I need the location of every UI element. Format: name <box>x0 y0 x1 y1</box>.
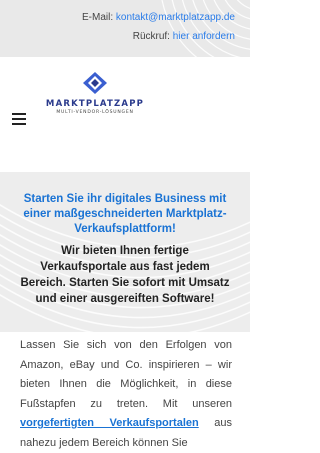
logo-subtitle: MULTI-VENDOR-LÖSUNGEN <box>56 110 134 115</box>
contact-topbar: E-Mail: kontakt@marktplatzapp.de Rückruf… <box>0 0 250 57</box>
sales-portals-link[interactable]: vorgefertigten Verkaufsportalen <box>20 417 199 429</box>
callback-label: Rückruf: <box>132 31 170 42</box>
intro-paragraph: Lassen Sie sich von den Erfolgen von Ama… <box>20 336 232 453</box>
logo-diamond-icon <box>83 72 107 94</box>
site-logo[interactable]: MARKTPLATZAPP MULTI-VENDOR-LÖSUNGEN <box>42 71 148 115</box>
decorative-lines <box>161 0 250 57</box>
hero-title: Starten Sie ihr digitales Business mit e… <box>23 193 227 235</box>
callback-link[interactable]: hier anfordern <box>173 31 235 42</box>
hamburger-menu-icon[interactable] <box>12 113 26 125</box>
hero-text: Starten Sie ihr digitales Business mit e… <box>20 192 230 307</box>
intro-text-start: Lassen Sie sich von den Erfolgen von Ama… <box>20 339 232 410</box>
hero-subtitle: Wir bieten Ihnen fertige Verkaufsportale… <box>20 245 230 305</box>
email-link[interactable]: kontakt@marktplatzapp.de <box>116 12 235 23</box>
email-contact: E-Mail: kontakt@marktplatzapp.de <box>82 12 235 24</box>
site-header: MARKTPLATZAPP MULTI-VENDOR-LÖSUNGEN <box>0 57 250 172</box>
email-label: E-Mail: <box>81 12 114 23</box>
logo-title: MARKTPLATZAPP <box>45 99 145 109</box>
hero-section: Starten Sie ihr digitales Business mit e… <box>0 172 250 332</box>
callback-contact: Rückruf: hier anfordern <box>133 31 235 43</box>
